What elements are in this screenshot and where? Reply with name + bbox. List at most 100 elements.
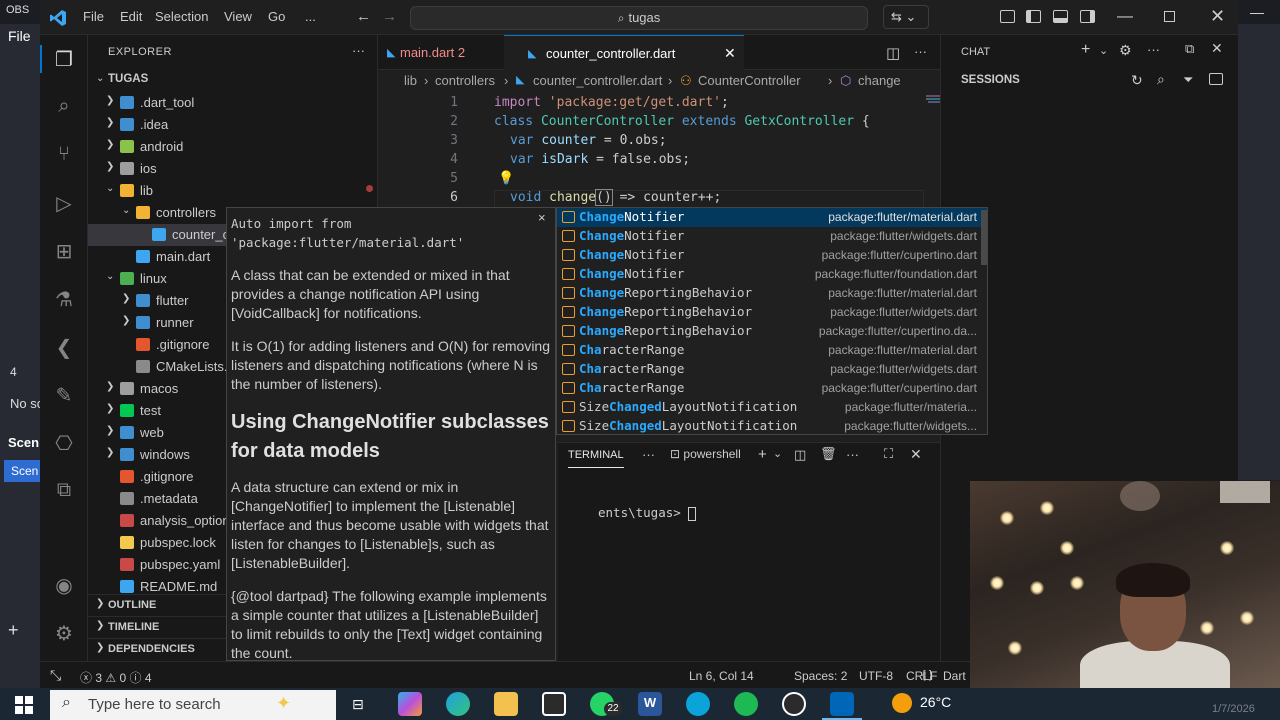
weather-temperature[interactable]: 26°C — [920, 694, 951, 710]
breadcrumb-method[interactable]: change — [858, 73, 901, 88]
split-terminal-icon[interactable]: ◫ — [794, 447, 806, 463]
close-hover-icon[interactable]: × — [538, 210, 546, 225]
command-center-search[interactable]: ⌕ tugas — [410, 6, 868, 30]
tree-item[interactable]: ⌄ lib — [88, 180, 378, 202]
panel-actions-icon[interactable]: ··· — [846, 447, 859, 462]
obs-menu-file[interactable]: File — [8, 28, 31, 44]
encoding[interactable]: UTF-8 — [859, 669, 893, 683]
account-icon[interactable]: ◉ — [52, 573, 76, 597]
back-arrow-icon[interactable]: ← — [356, 8, 371, 25]
tree-item[interactable]: ❯ .dart_tool — [88, 92, 378, 114]
suggestion-item[interactable]: CharacterRange package:flutter/cupertino.… — [557, 379, 987, 398]
tree-item[interactable]: ❯ ios — [88, 158, 378, 180]
menu-file[interactable]: File — [83, 9, 104, 24]
obs-add-icon[interactable]: + — [8, 620, 19, 641]
suggestion-item[interactable]: ChangeNotifier package:flutter/material.d… — [557, 208, 987, 227]
testing-icon[interactable]: ⚗ — [52, 287, 76, 311]
copilot-button[interactable]: ⇆ ⌄ — [883, 5, 929, 29]
settings-gear-icon[interactable]: ⚙ — [52, 621, 76, 645]
cursor-position[interactable]: Ln 6, Col 14 — [689, 669, 754, 683]
obs-minimize-icon[interactable]: — — [1250, 4, 1264, 20]
breadcrumb-lib[interactable]: lib — [404, 73, 417, 88]
spotify-app-icon[interactable] — [734, 692, 758, 716]
tree-item[interactable]: ❯ .idea — [88, 114, 378, 136]
flutter-app-icon[interactable] — [686, 692, 710, 716]
lightbulb-icon[interactable]: 💡 — [498, 170, 514, 186]
suggestion-item[interactable]: CharacterRange package:flutter/widgets.da… — [557, 360, 987, 379]
tree-item[interactable]: ❯ android — [88, 136, 378, 158]
tab-terminal[interactable]: TERMINAL — [568, 449, 624, 468]
obs-scene-item[interactable]: Scen — [4, 460, 44, 482]
suggestion-item[interactable]: ChangeNotifier package:flutter/foundation… — [557, 265, 987, 284]
trash-icon[interactable]: 🗑 — [820, 446, 837, 462]
close-chat-icon[interactable]: ✕ — [1211, 40, 1223, 57]
problems-indicator[interactable]: ⓧ 3 ⚠ 0 ⓘ 4 — [80, 669, 152, 686]
store-app-icon[interactable] — [542, 692, 566, 716]
suggestion-item[interactable]: ChangeNotifier package:flutter/widgets.da… — [557, 227, 987, 246]
suggestion-item[interactable]: CharacterRange package:flutter/material.d… — [557, 341, 987, 360]
menu-go[interactable]: Go — [268, 9, 285, 24]
file-explorer-icon[interactable] — [494, 692, 518, 716]
forward-arrow-icon[interactable]: → — [382, 8, 397, 25]
toggle-primary-sidebar-icon[interactable] — [1026, 10, 1041, 23]
minimize-icon[interactable]: — — [1117, 8, 1133, 26]
split-editor-icon[interactable]: ◫ — [886, 44, 900, 62]
edge-app-icon[interactable] — [446, 692, 470, 716]
taskbar-search[interactable]: ⌕ Type here to search ✦ — [50, 690, 336, 720]
new-chat-icon[interactable]: + — [1081, 41, 1090, 59]
toggle-secondary-sidebar-icon[interactable] — [1080, 10, 1095, 23]
language-mode[interactable]: Dart — [943, 669, 966, 683]
indentation[interactable]: Spaces: 2 — [794, 669, 847, 683]
close-tab-icon[interactable]: ✕ — [724, 45, 736, 62]
close-window-icon[interactable]: ✕ — [1210, 6, 1225, 27]
menu-more[interactable]: ... — [305, 9, 316, 24]
remote-icon[interactable]: ⤡ — [50, 667, 61, 684]
terminal-shell-selector[interactable]: ⊡ powershell — [670, 447, 741, 461]
panel-more-icon[interactable]: ··· — [642, 447, 655, 462]
editor-more-icon[interactable]: ··· — [914, 44, 927, 59]
close-panel-icon[interactable]: ✕ — [910, 446, 922, 463]
toggle-panel-icon[interactable] — [1053, 10, 1068, 23]
explorer-more-icon[interactable]: ··· — [352, 43, 365, 58]
tab-counter-controller[interactable]: ◣ counter_controller.dart ✕ — [504, 35, 744, 70]
menu-selection[interactable]: Selection — [155, 9, 208, 24]
suggestion-scrollbar[interactable] — [981, 210, 987, 265]
chevron-down-icon[interactable]: ⌄ — [1099, 44, 1108, 57]
chat-settings-icon[interactable]: ⚙ — [1119, 42, 1132, 59]
sidebar-toggle-icon[interactable] — [1209, 73, 1223, 85]
chevron-down-icon[interactable]: ⌄ — [773, 447, 782, 460]
source-control-icon[interactable]: ⑂ — [52, 143, 76, 167]
suggestion-item[interactable]: ChangeReportingBehavior package:flutter/c… — [557, 322, 987, 341]
maximize-icon[interactable] — [1164, 11, 1175, 22]
suggestion-item[interactable]: ChangeReportingBehavior package:flutter/w… — [557, 303, 987, 322]
suggestion-item[interactable]: SizeChangedLayoutNotification package:flu… — [557, 417, 987, 434]
extensions-icon[interactable]: ⊞ — [52, 239, 76, 263]
refresh-icon[interactable]: ↻ — [1131, 72, 1143, 89]
word-app-icon[interactable]: W — [638, 692, 662, 716]
breadcrumb-file[interactable]: counter_controller.dart — [533, 73, 662, 88]
maximize-panel-icon[interactable]: ⛶ — [884, 446, 893, 462]
terminal-output[interactable]: ents\tugas> — [598, 505, 697, 521]
run-debug-icon[interactable]: ▷ — [52, 191, 76, 215]
chat-more-icon[interactable]: ··· — [1147, 42, 1160, 57]
tab-main-dart[interactable]: ◣ main.dart 2 — [378, 35, 504, 70]
layout-sidebar-icon[interactable] — [1000, 10, 1015, 23]
search-icon[interactable]: ⌕ — [52, 95, 76, 119]
menu-edit[interactable]: Edit — [120, 9, 142, 24]
explorer-icon[interactable]: ❐ — [52, 47, 76, 71]
remote-explorer-icon[interactable]: ⎔ — [52, 431, 76, 455]
breadcrumb-controllers[interactable]: controllers — [435, 73, 495, 88]
menu-view[interactable]: View — [224, 9, 252, 24]
obs-app-icon[interactable] — [782, 692, 806, 716]
windows-start-icon[interactable] — [15, 696, 33, 714]
workspace-root[interactable]: ⌄ TUGAS — [88, 70, 378, 92]
suggestion-item[interactable]: ChangeNotifier package:flutter/cupertino.… — [557, 246, 987, 265]
suggestion-item[interactable]: SizeChangedLayoutNotification package:flu… — [557, 398, 987, 417]
suggestion-item[interactable]: ChangeReportingBehavior package:flutter/m… — [557, 284, 987, 303]
breadcrumb-class[interactable]: CounterController — [698, 73, 801, 88]
copilot-app-icon[interactable] — [398, 692, 422, 716]
flutter-icon[interactable]: ❮ — [52, 335, 76, 359]
vscode-app-icon[interactable] — [830, 692, 854, 716]
docker-icon[interactable]: ⧉ — [52, 479, 76, 503]
new-terminal-icon[interactable]: + — [758, 446, 767, 463]
